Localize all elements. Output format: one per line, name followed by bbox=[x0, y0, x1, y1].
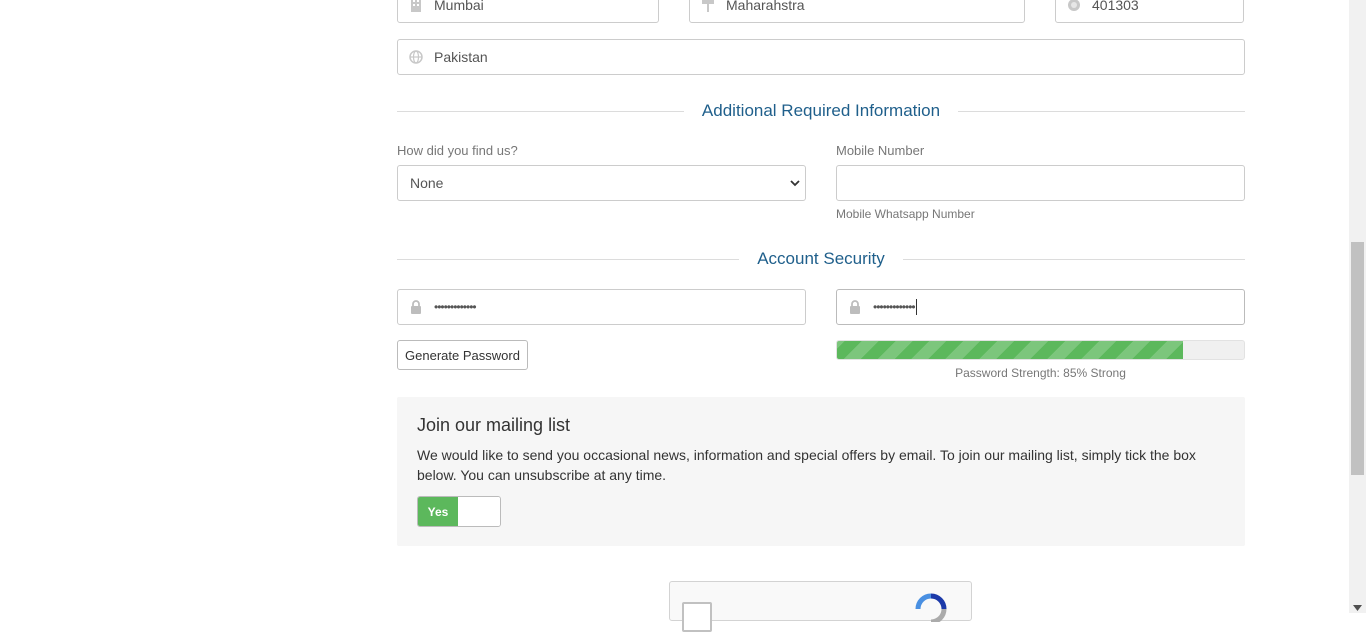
password-strength-fill bbox=[837, 341, 1183, 359]
mobile-label: Mobile Number bbox=[836, 143, 925, 158]
scrollbar-thumb[interactable] bbox=[1351, 242, 1364, 475]
state-field[interactable]: Maharahstra bbox=[689, 0, 1025, 23]
toggle-handle bbox=[458, 497, 500, 526]
scroll-down-arrow-icon[interactable] bbox=[1353, 598, 1362, 616]
divider bbox=[397, 258, 740, 260]
mobile-input[interactable] bbox=[836, 165, 1245, 201]
confirm-password-value: ••••••••••••• bbox=[873, 300, 916, 314]
recaptcha-widget bbox=[669, 581, 972, 632]
building-icon bbox=[398, 0, 434, 12]
divider bbox=[397, 110, 684, 112]
recaptcha-checkbox[interactable] bbox=[682, 602, 712, 632]
postcode-value: 401303 bbox=[1092, 0, 1139, 13]
mailing-list-title: Join our mailing list bbox=[417, 415, 571, 435]
mailing-list-panel: Join our mailing list We would like to s… bbox=[397, 397, 1245, 546]
password-strength-bar bbox=[836, 340, 1245, 360]
signpost-icon bbox=[690, 0, 726, 12]
find-us-select-wrap: None bbox=[397, 165, 806, 201]
country-field[interactable]: Pakistan bbox=[397, 39, 1245, 75]
certificate-icon bbox=[1056, 0, 1092, 12]
globe-icon bbox=[398, 50, 434, 64]
additional-info-heading: Additional Required Information bbox=[397, 99, 1245, 123]
additional-info-title: Additional Required Information bbox=[701, 101, 941, 120]
mailing-list-toggle[interactable]: Yes bbox=[417, 496, 501, 527]
chevron-down-icon bbox=[790, 176, 800, 194]
divider bbox=[902, 258, 1245, 260]
password-value: ••••••••••••• bbox=[434, 300, 477, 314]
password-strength-text: Password Strength: 85% Strong bbox=[955, 366, 1126, 380]
divider bbox=[958, 110, 1245, 112]
password-input[interactable]: ••••••••••••• bbox=[397, 289, 806, 325]
postcode-field[interactable]: 401303 bbox=[1055, 0, 1244, 23]
lock-icon bbox=[837, 300, 873, 314]
page-scrollbar[interactable] bbox=[1349, 0, 1366, 613]
recaptcha-icon bbox=[914, 592, 948, 627]
mailing-list-description: We would like to send you occasional new… bbox=[417, 447, 1196, 483]
account-security-title: Account Security bbox=[757, 249, 885, 268]
find-us-select[interactable]: None bbox=[397, 165, 806, 201]
account-security-heading: Account Security bbox=[397, 247, 1245, 271]
generate-password-button[interactable]: Generate Password bbox=[397, 340, 528, 370]
find-us-label: How did you find us? bbox=[397, 143, 518, 158]
confirm-password-input[interactable]: ••••••••••••• bbox=[836, 289, 1245, 325]
city-value: Mumbai bbox=[434, 0, 484, 13]
mobile-help: Mobile Whatsapp Number bbox=[836, 207, 975, 221]
toggle-yes-label: Yes bbox=[418, 497, 458, 526]
text-cursor bbox=[915, 299, 917, 315]
lock-icon bbox=[398, 300, 434, 314]
city-field[interactable]: Mumbai bbox=[397, 0, 659, 23]
country-value: Pakistan bbox=[434, 49, 488, 65]
state-value: Maharahstra bbox=[726, 0, 805, 13]
